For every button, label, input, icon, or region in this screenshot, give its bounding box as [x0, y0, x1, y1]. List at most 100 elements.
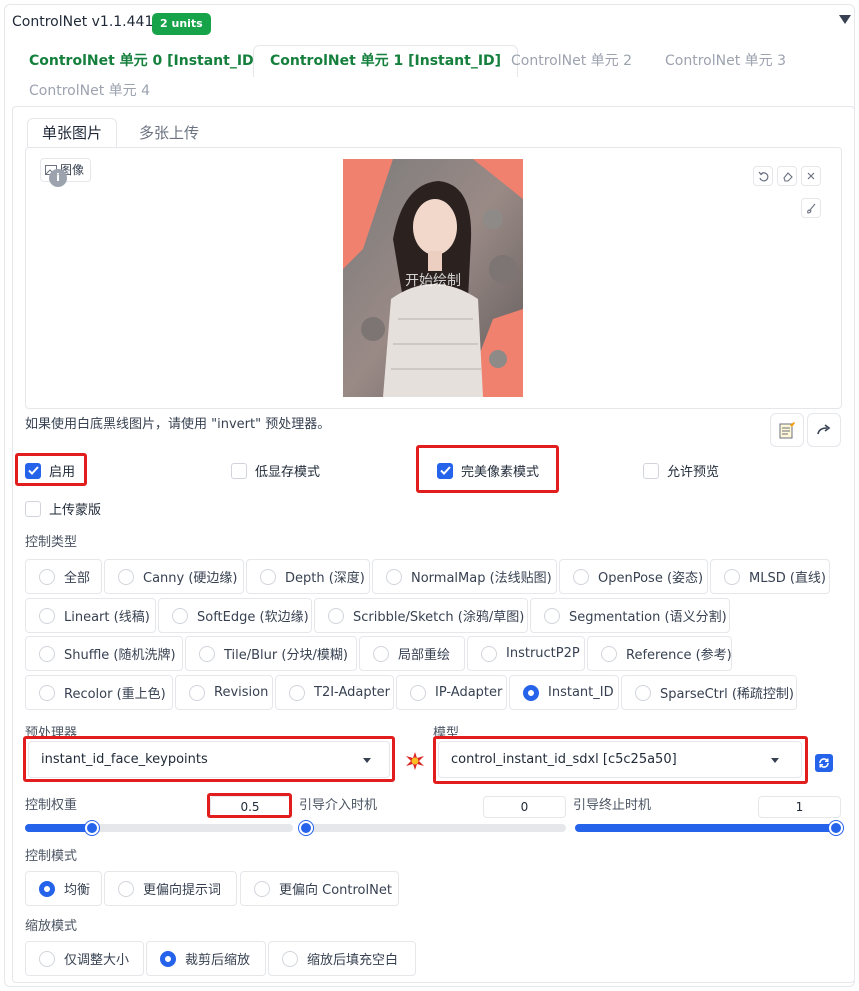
option-label: 更偏向 ControlNet	[279, 883, 392, 898]
resize-mode-option[interactable]: 缩放后填充空白	[268, 941, 416, 976]
control-mode-option[interactable]: 更偏向提示词	[104, 871, 237, 906]
start-slider-track[interactable]	[301, 824, 566, 832]
option-label: Revision	[214, 685, 269, 700]
start-input[interactable]: 0	[483, 796, 566, 818]
preprocessor-label: 预处理器	[25, 726, 78, 741]
checkbox-icon	[643, 462, 659, 479]
option-label: MLSD (直线)	[749, 571, 826, 586]
control-type-option[interactable]: SoftEdge (软边缘)	[158, 598, 312, 633]
radio-icon	[386, 568, 402, 585]
option-label: T2I-Adapter	[314, 685, 391, 700]
end-slider-thumb[interactable]	[829, 821, 843, 835]
undo-icon	[758, 171, 768, 181]
control-type-option[interactable]: Reference (参考)	[587, 636, 732, 671]
option-label: Shuffle (随机洗牌)	[64, 648, 176, 663]
control-type-option[interactable]: Revision	[175, 675, 273, 710]
control-type-option[interactable]: T2I-Adapter	[275, 675, 394, 710]
start-slider-thumb[interactable]	[299, 821, 313, 835]
control-type-option[interactable]: Shuffle (随机洗牌)	[25, 636, 183, 671]
edit-notes-button[interactable]	[770, 413, 804, 447]
notepad-icon	[779, 422, 795, 439]
run-preprocessor-icon[interactable]	[406, 752, 424, 770]
send-dimensions-button[interactable]	[807, 413, 841, 447]
tab-single-image[interactable]: 单张图片	[27, 118, 118, 148]
invert-hint: 如果使用白底黑线图片，请使用 "invert" 预处理器。	[25, 417, 331, 432]
checkbox-icon	[231, 462, 247, 479]
option-label: 裁剪后缩放	[185, 953, 251, 968]
close-icon	[807, 172, 815, 180]
radio-icon	[39, 684, 55, 701]
tab-unit-0[interactable]: ControlNet 单元 0 [Instant_ID]	[29, 46, 260, 78]
tab-unit-3[interactable]: ControlNet 单元 3	[665, 46, 786, 78]
control-type-option[interactable]: Canny (硬边缘)	[104, 559, 244, 594]
option-label: 均衡	[64, 883, 91, 898]
tab-batch-upload[interactable]: 多张上传	[139, 119, 199, 149]
eraser-button[interactable]	[777, 166, 797, 186]
checkbox-checked-icon	[25, 462, 41, 479]
checkbox-icon	[25, 500, 41, 517]
control-type-option[interactable]: 全部	[25, 559, 102, 594]
radio-icon	[573, 568, 589, 585]
radio-icon	[481, 645, 497, 662]
radio-icon	[39, 568, 55, 585]
tab-unit-2[interactable]: ControlNet 单元 2	[511, 46, 632, 78]
control-type-option[interactable]: Tile/Blur (分块/模糊)	[185, 636, 357, 671]
refresh-models-button[interactable]	[815, 754, 833, 772]
upload-mask-label: 上传蒙版	[49, 503, 102, 518]
option-label: 缩放后填充空白	[307, 953, 399, 968]
option-label: Reference (参考)	[626, 648, 732, 663]
control-type-option[interactable]: SparseCtrl (稀疏控制)	[621, 675, 797, 710]
control-type-option[interactable]: InstructP2P	[467, 636, 585, 671]
option-label: Depth (深度)	[285, 571, 365, 586]
control-type-option[interactable]: Segmentation (语义分割)	[530, 598, 730, 633]
tab-unit-1[interactable]: ControlNet 单元 1 [Instant_ID]	[253, 45, 519, 77]
weight-slider-thumb[interactable]	[85, 821, 99, 835]
low-vram-checkbox[interactable]: 低显存模式	[231, 461, 320, 480]
preprocessor-dropdown[interactable]: instant_id_face_keypoints	[28, 741, 390, 778]
end-input[interactable]: 1	[758, 796, 841, 818]
control-type-option[interactable]: Lineart (线稿)	[25, 598, 156, 633]
control-type-option[interactable]: Scribble/Sketch (涂鸦/草图)	[314, 598, 528, 633]
brush-icon	[806, 203, 815, 214]
weight-label: 控制权重	[25, 798, 78, 813]
preprocessor-value: instant_id_face_keypoints	[41, 752, 208, 767]
radio-icon	[289, 684, 305, 701]
collapse-triangle-icon[interactable]	[838, 12, 852, 26]
control-mode-option-selected[interactable]: 均衡	[25, 871, 102, 906]
model-dropdown[interactable]: control_instant_id_sdxl [c5c25a50]	[438, 741, 802, 778]
chevron-down-icon	[771, 758, 779, 763]
brush-button[interactable]	[801, 198, 821, 218]
info-icon: i	[49, 169, 67, 187]
option-label: 全部	[64, 571, 91, 586]
upload-mask-checkbox[interactable]: 上传蒙版	[25, 499, 101, 518]
undo-button[interactable]	[753, 166, 773, 186]
control-type-option[interactable]: OpenPose (姿态)	[559, 559, 708, 594]
option-label: SoftEdge (软边缘)	[197, 610, 309, 625]
option-label: Recolor (重上色)	[64, 687, 166, 702]
allow-preview-checkbox[interactable]: 允许预览	[643, 461, 719, 480]
chevron-down-icon	[363, 758, 371, 763]
control-type-option[interactable]: NormalMap (法线贴图)	[372, 559, 557, 594]
control-type-option[interactable]: Depth (深度)	[246, 559, 370, 594]
weight-input[interactable]: 0.5	[210, 796, 290, 818]
clear-button[interactable]	[801, 166, 821, 186]
eraser-icon	[782, 171, 793, 182]
control-mode-option[interactable]: 更偏向 ControlNet	[240, 871, 399, 906]
radio-icon	[39, 607, 55, 624]
control-type-option-selected[interactable]: Instant_ID	[509, 675, 619, 710]
enable-checkbox[interactable]: 启用	[25, 461, 75, 480]
resize-mode-option-selected[interactable]: 裁剪后缩放	[146, 941, 266, 976]
control-type-option[interactable]: IP-Adapter	[396, 675, 507, 710]
radio-icon	[544, 607, 560, 624]
pixel-perfect-checkbox[interactable]: 完美像素模式	[437, 461, 539, 480]
control-type-option[interactable]: MLSD (直线)	[710, 559, 830, 594]
resize-mode-option[interactable]: 仅调整大小	[25, 941, 144, 976]
control-type-option[interactable]: 局部重绘	[359, 636, 465, 671]
option-label: Tile/Blur (分块/模糊)	[224, 648, 348, 663]
radio-icon	[328, 607, 344, 624]
checkbox-checked-icon	[437, 462, 453, 479]
tab-unit-4[interactable]: ControlNet 单元 4	[29, 76, 150, 108]
radio-icon	[172, 607, 188, 624]
arrow-return-icon	[817, 424, 831, 435]
control-type-option[interactable]: Recolor (重上色)	[25, 675, 173, 710]
